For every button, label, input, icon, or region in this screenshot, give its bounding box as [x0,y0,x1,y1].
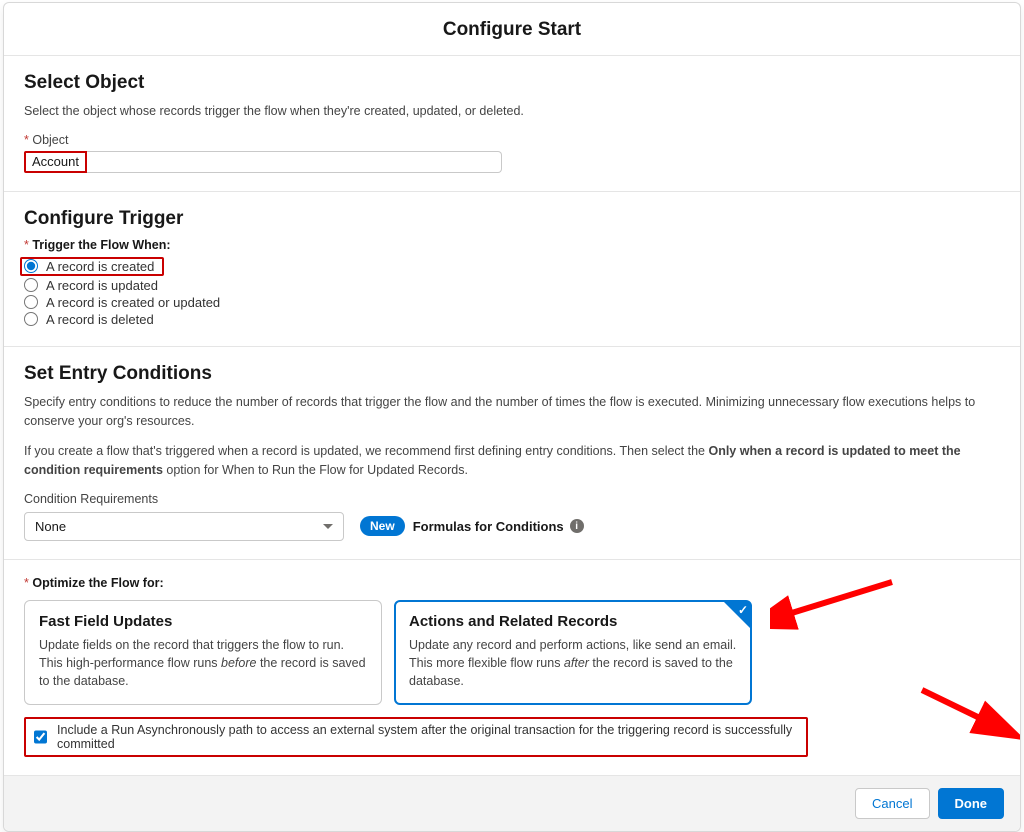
entry-conditions-desc1: Specify entry conditions to reduce the n… [24,393,1000,431]
formulas-label: Formulas for Conditions [413,519,564,534]
done-button[interactable]: Done [938,788,1005,819]
optimize-card2-desc: Update any record and perform actions, l… [409,636,737,690]
object-value: Account [24,151,87,173]
trigger-option-deleted-label: A record is deleted [46,312,154,327]
async-label: Include a Run Asynchronously path to acc… [57,723,798,751]
modal-footer: Cancel Done [4,775,1020,831]
condition-requirements-label: Condition Requirements [24,492,1000,506]
trigger-option-updated-label: A record is updated [46,278,158,293]
trigger-option-created-updated[interactable] [24,295,38,309]
trigger-option-deleted-row: A record is deleted [24,311,1000,328]
condition-requirements-value: None [35,519,66,534]
object-input-rest[interactable] [87,151,502,173]
optimize-label: * Optimize the Flow for: [24,576,1000,590]
trigger-option-created-updated-label: A record is created or updated [46,295,220,310]
optimize-card-fast-updates[interactable]: Fast Field Updates Update fields on the … [24,600,382,705]
optimize-section: * Optimize the Flow for: Fast Field Upda… [4,560,1020,775]
configure-start-modal: Configure Start Select Object Select the… [3,2,1021,832]
trigger-option-created-updated-row: A record is created or updated [24,294,1000,311]
modal-title: Configure Start [4,3,1020,56]
configure-trigger-heading: Configure Trigger [24,208,1000,230]
entry-conditions-section: Set Entry Conditions Specify entry condi… [4,347,1020,560]
object-field-label: * Object [24,133,1000,147]
async-checkbox[interactable] [34,730,47,744]
info-icon[interactable]: i [570,519,584,533]
optimize-card-actions-related[interactable]: Actions and Related Records Update any r… [394,600,752,705]
entry-conditions-desc2: If you create a flow that's triggered wh… [24,442,1000,480]
condition-requirements-select[interactable]: None [24,512,344,541]
trigger-option-created-label: A record is created [46,259,154,274]
trigger-option-created-row: A record is created [24,256,1000,277]
optimize-card1-desc: Update fields on the record that trigger… [39,636,367,690]
object-input[interactable]: Account [24,151,502,173]
trigger-when-label: * Trigger the Flow When: [24,238,1000,252]
select-object-heading: Select Object [24,72,1000,94]
select-object-section: Select Object Select the object whose re… [4,56,1020,192]
trigger-option-deleted[interactable] [24,312,38,326]
trigger-option-created[interactable] [24,259,38,273]
check-icon [724,602,750,628]
trigger-options: A record is created A record is updated … [24,256,1000,328]
entry-conditions-heading: Set Entry Conditions [24,363,1000,385]
optimize-card2-title: Actions and Related Records [409,613,737,630]
trigger-option-updated[interactable] [24,278,38,292]
trigger-option-updated-row: A record is updated [24,277,1000,294]
new-pill: New [360,516,405,536]
async-checkbox-row: Include a Run Asynchronously path to acc… [24,717,808,757]
select-object-desc: Select the object whose records trigger … [24,102,1000,121]
optimize-card1-title: Fast Field Updates [39,613,367,630]
cancel-button[interactable]: Cancel [855,788,929,819]
configure-trigger-section: Configure Trigger * Trigger the Flow Whe… [4,192,1020,347]
chevron-down-icon [323,524,333,529]
